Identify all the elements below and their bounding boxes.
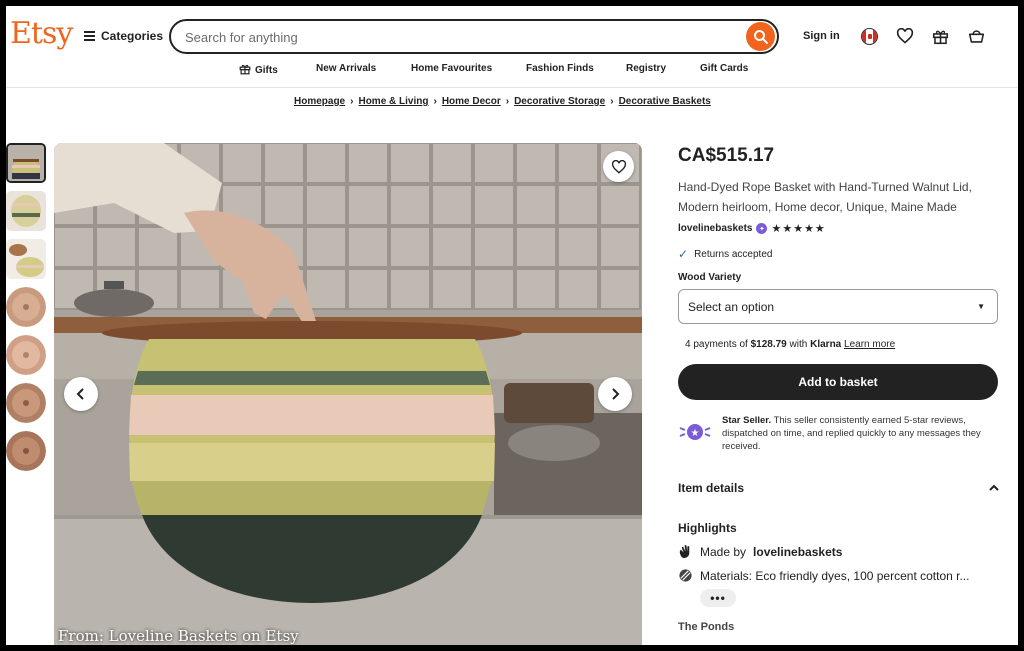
product-title: Hand-Dyed Rope Basket with Hand-Turned W… (678, 180, 972, 214)
breadcrumb: Homepage › Home & Living › Home Decor › Decora… (294, 96, 711, 107)
thumbnail-3[interactable] (6, 239, 46, 279)
product-price: CA$515.17 (678, 145, 775, 166)
main-product-image[interactable]: From: Loveline Baskets on Etsy (54, 143, 642, 645)
item-details-toggle[interactable]: Item details (678, 481, 1000, 495)
product-panel: CA$515.17 Hand-Dyed Rope Basket with Han… (678, 143, 1000, 631)
klarna-brand: Klarna (810, 339, 842, 350)
item-details-label: Item details (678, 481, 745, 495)
caret-down-icon: ▼ (977, 302, 985, 311)
previous-image-button[interactable] (64, 377, 98, 411)
star-seller-title: Star Seller. (722, 415, 772, 426)
star-seller-info: ★ Star Seller. This seller consistently … (678, 414, 1000, 453)
check-icon: ✓ (678, 247, 689, 261)
materials-text: Materials: Eco friendly dyes, 100 percen… (700, 568, 970, 583)
categories-label: Categories (101, 29, 164, 43)
basket-button[interactable] (965, 25, 987, 47)
gift-icon (239, 64, 251, 75)
nav-item-gift-cards[interactable]: Gift Cards (700, 63, 748, 74)
klarna-pre: 4 payments of (685, 339, 748, 350)
heart-icon (611, 159, 626, 174)
breadcrumb-home-decor[interactable]: Home Decor (442, 96, 501, 107)
shop-name-link[interactable]: lovelinebaskets (678, 223, 752, 234)
region-button[interactable] (858, 25, 880, 47)
breadcrumb-home-living[interactable]: Home & Living (358, 96, 428, 107)
thumbnail-6[interactable] (6, 383, 46, 423)
cut-off-section-heading: The Ponds (678, 621, 735, 631)
nav-item-gifts[interactable]: Gifts (239, 63, 278, 76)
categories-button[interactable]: Categories (84, 26, 163, 46)
site-header: Etsy Categories Sign in Gifts N (6, 6, 1018, 88)
favourite-button[interactable] (603, 151, 634, 182)
made-by-pre: Made by (700, 544, 747, 559)
canada-flag-icon (860, 27, 878, 45)
image-credit: From: Loveline Baskets on Etsy (58, 627, 299, 645)
nav-item-fashion-finds[interactable]: Fashion Finds (526, 63, 594, 74)
sign-in-link[interactable]: Sign in (803, 30, 840, 42)
breadcrumb-homepage[interactable]: Homepage (294, 96, 345, 107)
basket-icon (968, 30, 984, 43)
nav-item-new-arrivals[interactable]: New Arrivals (316, 63, 376, 74)
made-by-shop-link[interactable]: lovelinebaskets (753, 545, 842, 559)
thumbnail-5[interactable] (6, 335, 46, 375)
chevron-up-icon (989, 484, 999, 491)
wood-variety-label: Wood Variety (678, 272, 742, 283)
search-icon (753, 29, 768, 44)
star-seller-text: Star Seller. This seller consistently ea… (722, 414, 997, 453)
gifts-button[interactable] (929, 25, 951, 47)
klarna-amount: $128.79 (750, 339, 787, 350)
hand-wave-icon (679, 545, 690, 559)
gift-icon (932, 30, 948, 44)
category-nav: Gifts New Arrivals Home Favourites Fashi… (6, 63, 1018, 81)
breadcrumb-decorative-storage[interactable]: Decorative Storage (514, 96, 605, 107)
star-seller-badge-icon: ✦ (756, 223, 768, 234)
add-to-basket-button[interactable]: Add to basket (678, 364, 998, 400)
wood-variety-select[interactable]: Select an option ▼ (678, 289, 998, 324)
highlight-materials: Materials: Eco friendly dyes, 100 percen… (678, 568, 1000, 583)
breadcrumb-decorative-baskets[interactable]: Decorative Baskets (619, 96, 711, 107)
basket-photo (54, 143, 642, 645)
search-input[interactable] (185, 27, 725, 47)
thumbnail-1[interactable] (6, 143, 46, 183)
search-bar (169, 19, 779, 54)
materials-icon (679, 569, 692, 582)
thumbnail-7[interactable] (6, 431, 46, 471)
klarna-mid: with (789, 339, 808, 350)
favourites-button[interactable] (894, 25, 916, 47)
klarna-info: 4 payments of $128.79 with Klarna Learn … (678, 339, 1000, 350)
thumbnail-strip (6, 143, 50, 479)
shop-row: lovelinebaskets ✦ ★★★★★ (678, 222, 1000, 235)
highlights-heading: Highlights (678, 521, 737, 535)
etsy-logo[interactable]: Etsy (10, 16, 73, 51)
chevron-right-icon (612, 388, 620, 400)
svg-text:★: ★ (691, 428, 700, 439)
search-button[interactable] (746, 22, 775, 51)
rating-stars[interactable]: ★★★★★ (771, 222, 825, 235)
menu-icon (84, 31, 95, 41)
returns-text: Returns accepted (694, 248, 773, 260)
star-seller-icon: ★ (678, 415, 712, 449)
heart-icon (896, 28, 914, 44)
thumbnail-2[interactable] (6, 191, 46, 231)
klarna-learn-more-link[interactable]: Learn more (844, 339, 895, 350)
nav-item-home-favourites[interactable]: Home Favourites (411, 63, 492, 74)
page-frame: Etsy Categories Sign in Gifts N (6, 6, 1018, 645)
next-image-button[interactable] (598, 377, 632, 411)
nav-label-gifts: Gifts (255, 65, 278, 76)
nav-item-registry[interactable]: Registry (626, 63, 666, 74)
select-value: Select an option (688, 300, 775, 314)
chevron-left-icon (76, 388, 84, 400)
more-highlights-button[interactable]: ••• (700, 589, 736, 607)
thumbnail-4[interactable] (6, 287, 46, 327)
highlight-made-by: Made by lovelinebaskets (678, 544, 1000, 559)
returns-info: ✓ Returns accepted (678, 247, 1000, 261)
